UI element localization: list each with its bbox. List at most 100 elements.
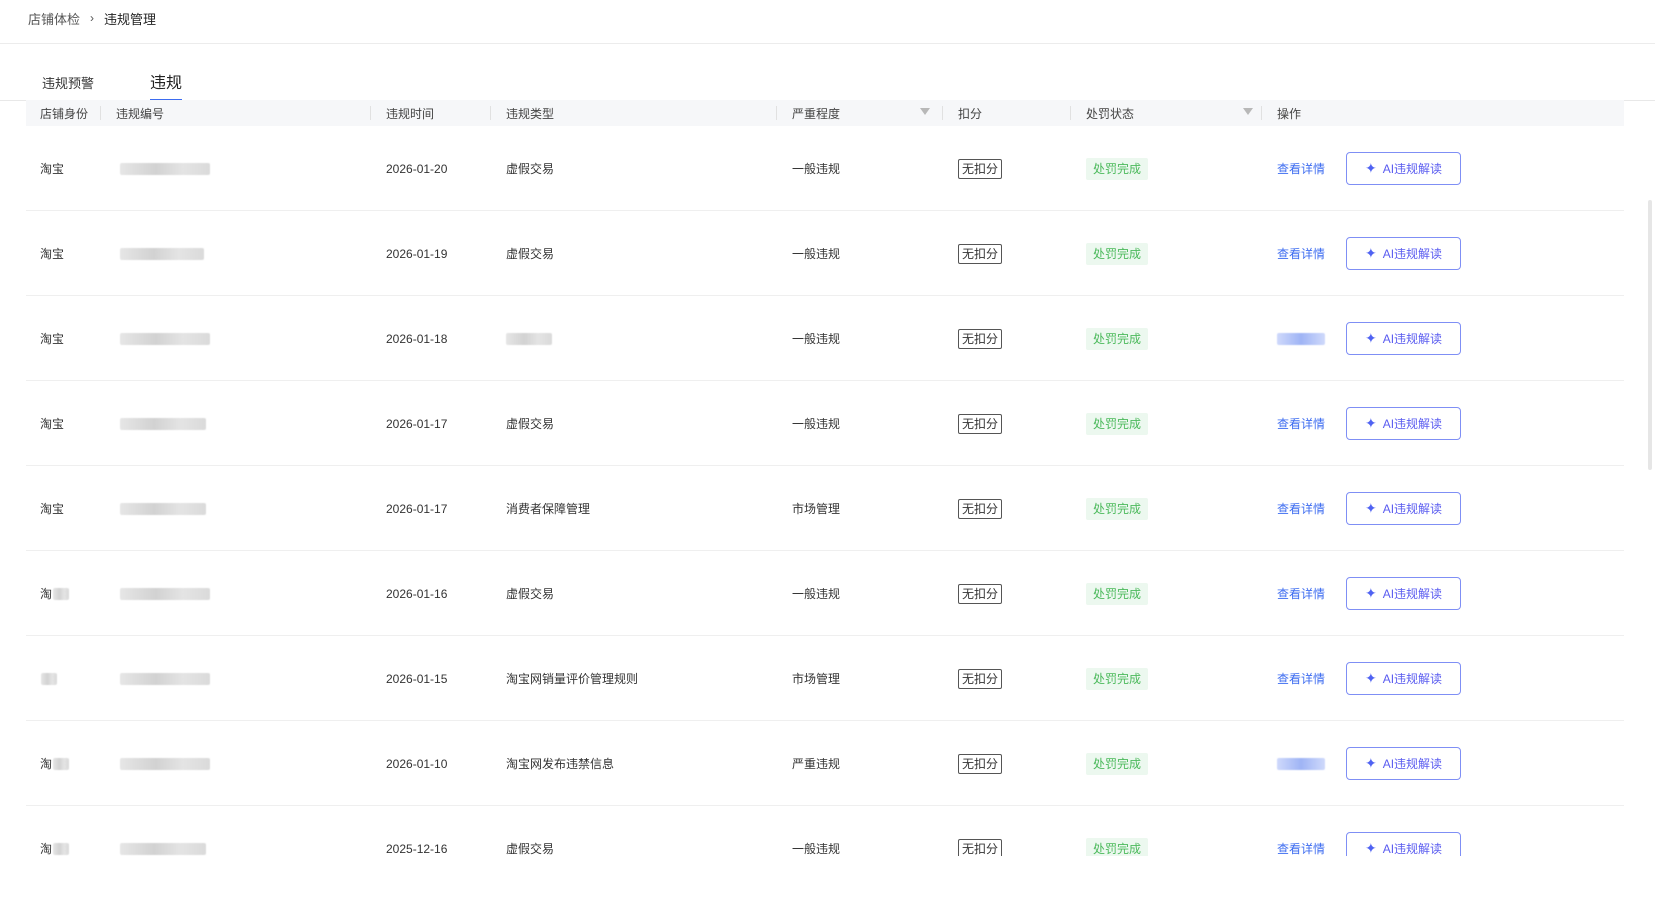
ai-explain-label: AI违规解读 (1382, 842, 1443, 856)
cell-violation-id (120, 636, 210, 721)
status-badge: 处罚完成 (1086, 752, 1149, 775)
ai-explain-label: AI违规解读 (1382, 417, 1443, 431)
cell-status: 处罚完成 (1086, 806, 1149, 856)
cell-score: 无扣分 (958, 211, 1003, 296)
redacted-block (53, 842, 70, 855)
cell-time: 2026-01-18 (386, 331, 448, 346)
ai-explain-button[interactable]: ✦ AI违规解读 (1346, 662, 1461, 695)
cell-ai: ✦ AI违规解读 (1346, 721, 1461, 806)
cell-type (506, 296, 552, 381)
cell-violation-id (120, 381, 206, 466)
ai-explain-button[interactable]: ✦ AI违规解读 (1346, 152, 1461, 185)
ai-explain-button[interactable]: ✦ AI违规解读 (1346, 832, 1461, 856)
shop-text: 淘宝 (40, 417, 65, 431)
cell-type: 虚假交易 (506, 551, 554, 636)
sparkle-icon: ✦ (1364, 840, 1377, 856)
header-divider (1261, 106, 1262, 120)
header-violation-id: 违规编号 (116, 106, 165, 121)
redacted-block (41, 672, 57, 685)
cell-ai: ✦ AI违规解读 (1346, 381, 1461, 466)
filter-icon[interactable] (1243, 108, 1253, 115)
score-tag: 无扣分 (958, 498, 1003, 519)
header-severity: 严重程度 (792, 100, 942, 126)
type-text: 淘宝网发布违禁信息 (506, 757, 615, 771)
cell-time: 2025-12-16 (386, 841, 448, 856)
view-detail-link[interactable]: 查看详情 (1277, 670, 1325, 687)
cell-type: 淘宝网发布违禁信息 (506, 721, 614, 806)
view-detail-link[interactable]: 查看详情 (1277, 415, 1325, 432)
cell-type: 虚假交易 (506, 126, 554, 211)
ai-explain-button[interactable]: ✦ AI违规解读 (1346, 577, 1461, 610)
sparkle-icon: ✦ (1364, 330, 1377, 346)
cell-shop: 淘宝 (40, 211, 64, 296)
sparkle-icon: ✦ (1364, 245, 1377, 261)
cell-ai: ✦ AI违规解读 (1346, 551, 1461, 636)
score-tag: 无扣分 (958, 328, 1003, 349)
status-badge: 处罚完成 (1086, 242, 1149, 265)
cell-shop: 淘 (40, 721, 70, 806)
cell-actions: 查看详情 (1277, 806, 1325, 856)
sparkle-icon: ✦ (1364, 160, 1377, 176)
cell-actions (1277, 721, 1325, 806)
ai-explain-button[interactable]: ✦ AI违规解读 (1346, 492, 1461, 525)
cell-score: 无扣分 (958, 126, 1003, 211)
redacted-block (120, 587, 210, 600)
ai-explain-label: AI违规解读 (1382, 502, 1443, 516)
cell-violation-id (120, 296, 210, 381)
cell-severity: 一般违规 (792, 332, 841, 346)
shop-text: 淘宝 (40, 162, 65, 176)
tab-violation-warning[interactable]: 违规预警 (42, 73, 94, 102)
cell-score: 无扣分 (958, 721, 1003, 806)
header-time: 违规时间 (386, 106, 435, 121)
ai-explain-label: AI违规解读 (1382, 587, 1443, 601)
view-detail-link[interactable]: 查看详情 (1277, 840, 1325, 856)
ai-explain-label: AI违规解读 (1382, 247, 1443, 261)
scrollbar[interactable] (1648, 200, 1652, 470)
table-row: 淘 2026-01-10 淘宝网发布违禁信息 严重违规 无扣分 处罚完成 ✦ A… (26, 721, 1624, 806)
cell-actions: 查看详情 (1277, 126, 1325, 211)
score-tag: 无扣分 (958, 583, 1003, 604)
filter-icon[interactable] (920, 108, 930, 115)
shop-text: 淘 (40, 842, 53, 856)
breadcrumb: 店铺体检 › 违规管理 (28, 8, 156, 28)
ai-explain-label: AI违规解读 (1382, 332, 1443, 346)
redacted-link[interactable] (1277, 757, 1325, 770)
sparkle-icon: ✦ (1364, 670, 1377, 686)
view-detail-link[interactable]: 查看详情 (1277, 585, 1325, 602)
tab-violation[interactable]: 违规 (150, 69, 183, 102)
breadcrumb-parent[interactable]: 店铺体检 (28, 9, 80, 28)
cell-ai: ✦ AI违规解读 (1346, 126, 1461, 211)
view-detail-link[interactable]: 查看详情 (1277, 160, 1325, 177)
header-actions: 操作 (1277, 106, 1302, 121)
cell-score: 无扣分 (958, 381, 1003, 466)
table-row: 淘 2026-01-16 虚假交易 一般违规 无扣分 处罚完成 查看详情 ✦ A… (26, 551, 1624, 636)
status-badge: 处罚完成 (1086, 157, 1149, 180)
cell-actions: 查看详情 (1277, 211, 1325, 296)
table-row: 淘宝 2026-01-17 消费者保障管理 市场管理 无扣分 处罚完成 查看详情… (26, 466, 1624, 551)
cell-severity: 市场管理 (792, 502, 841, 516)
score-tag: 无扣分 (958, 753, 1003, 774)
ai-explain-label: AI违规解读 (1382, 672, 1443, 686)
view-detail-link[interactable]: 查看详情 (1277, 500, 1325, 517)
ai-explain-button[interactable]: ✦ AI违规解读 (1346, 237, 1461, 270)
header-divider (776, 106, 777, 120)
cell-type: 虚假交易 (506, 806, 554, 856)
view-detail-link[interactable]: 查看详情 (1277, 245, 1325, 262)
header-status: 处罚状态 (1086, 100, 1261, 126)
redacted-link[interactable] (1277, 332, 1325, 345)
redacted-block (120, 502, 206, 515)
header-divider (370, 106, 371, 120)
ai-explain-button[interactable]: ✦ AI违规解读 (1346, 747, 1461, 780)
ai-explain-button[interactable]: ✦ AI违规解读 (1346, 322, 1461, 355)
cell-status: 处罚完成 (1086, 636, 1149, 721)
redacted-block (120, 757, 210, 770)
status-badge: 处罚完成 (1086, 497, 1149, 520)
cell-time: 2026-01-19 (386, 246, 448, 261)
ai-explain-button[interactable]: ✦ AI违规解读 (1346, 407, 1461, 440)
cell-time: 2026-01-17 (386, 501, 448, 516)
cell-severity: 一般违规 (792, 247, 841, 261)
table-row: 淘 2025-12-16 虚假交易 一般违规 无扣分 处罚完成 查看详情 ✦ A… (26, 806, 1624, 856)
score-tag: 无扣分 (958, 158, 1003, 179)
cell-shop: 淘宝 (40, 126, 64, 211)
type-text: 淘宝网销量评价管理规则 (506, 672, 639, 686)
